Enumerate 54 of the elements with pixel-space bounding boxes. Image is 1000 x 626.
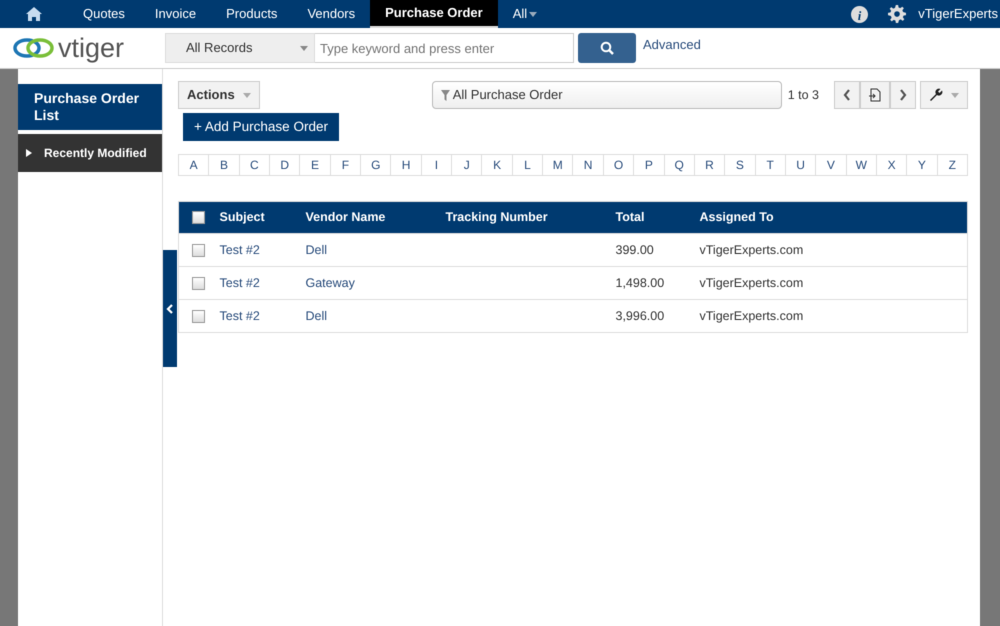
add-purchase-order-button[interactable]: + Add Purchase Order: [183, 113, 339, 141]
search-icon: [600, 41, 614, 56]
table-cell: 3,996.00: [616, 308, 664, 323]
settings-icon[interactable]: [888, 5, 906, 23]
sidebar-item[interactable]: Recently Modified: [18, 134, 162, 172]
table-cell[interactable]: Test #2: [220, 276, 260, 290]
table-cell[interactable]: Test #2: [220, 242, 260, 257]
table-cell: vTigerExperts.com: [700, 242, 804, 257]
wrench-icon: [929, 88, 943, 102]
row-checkbox[interactable]: [192, 276, 206, 290]
user-menu[interactable]: vTigerExperts: [918, 0, 1000, 28]
records-dropdown[interactable]: All Records: [165, 33, 315, 63]
row-checkbox[interactable]: [192, 244, 206, 257]
search-field[interactable]: Type keyword and press enter: [315, 33, 574, 63]
caret-icon: [529, 12, 538, 16]
info-icon[interactable]: i: [851, 6, 868, 22]
nav-tab[interactable]: Purchase Order: [370, 0, 498, 28]
table-cell: vTigerExperts.com: [700, 276, 804, 290]
logo-text: vtiger: [58, 34, 124, 62]
filter-icon: [440, 90, 450, 100]
next-page-button[interactable]: [890, 81, 916, 109]
previous-page-button[interactable]: [834, 81, 860, 109]
document-icon: [869, 88, 881, 102]
chevron-left-icon: [843, 89, 851, 101]
chevron-right-icon: [899, 89, 907, 101]
settings-dropdown-button[interactable]: [920, 81, 968, 109]
nav-tab[interactable]: Invoice: [140, 0, 212, 28]
column-header[interactable]: Assigned To: [700, 210, 774, 224]
table-cell: 1,498.00: [616, 276, 664, 290]
table-cell[interactable]: Gateway: [306, 276, 355, 290]
advanced-link[interactable]: Advanced: [643, 35, 701, 55]
select-all-checkbox[interactable]: [192, 211, 206, 224]
nav-tab[interactable]: Quotes: [68, 0, 140, 28]
nav-tab[interactable]: Vendors: [292, 0, 370, 28]
chevron-left-icon: [166, 304, 174, 314]
caret-icon: [951, 92, 959, 98]
caret-icon: [300, 46, 308, 50]
page-info: 1 to 3: [788, 86, 819, 104]
actions-button[interactable]: Actions: [178, 81, 260, 109]
home-icon[interactable]: [26, 6, 42, 22]
filter-dropdown[interactable]: All Purchase Order: [432, 81, 782, 109]
row-checkbox[interactable]: [192, 310, 206, 323]
nav-tab[interactable]: Products: [211, 0, 292, 28]
sidebar-title: Purchase Order List: [18, 84, 162, 130]
caret-icon: [242, 92, 251, 98]
table-cell[interactable]: Dell: [306, 242, 328, 257]
table-cell[interactable]: Dell: [306, 308, 328, 323]
table-cell: 399.00: [616, 242, 654, 257]
search-button[interactable]: [578, 33, 636, 63]
column-header[interactable]: Total: [616, 210, 644, 224]
table-cell: vTigerExperts.com: [700, 308, 804, 323]
nav-tab[interactable]: All: [498, 0, 552, 28]
table-cell[interactable]: Test #2: [220, 308, 260, 323]
export-button[interactable]: [860, 81, 890, 109]
